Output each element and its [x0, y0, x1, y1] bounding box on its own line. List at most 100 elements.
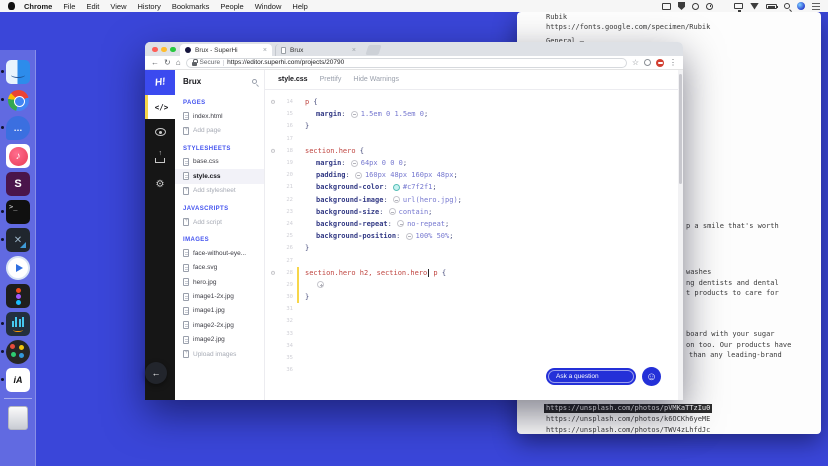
dock-item-code-editor[interactable]: ✕ — [1, 228, 30, 252]
value-widget-icon[interactable] — [397, 220, 405, 228]
sidebar-file-item[interactable]: base.css — [175, 155, 264, 169]
scrollbar-thumb[interactable] — [679, 74, 682, 184]
code-line[interactable]: 26} — [265, 242, 683, 254]
extension-icon[interactable] — [644, 59, 651, 66]
sidebar-add-item[interactable]: Add script — [175, 215, 264, 229]
dock-item-chrome[interactable] — [1, 88, 30, 112]
dock-item-ia-writer[interactable]: iA — [1, 368, 30, 392]
scrollbar[interactable] — [678, 70, 683, 400]
dock-item-amazon-music[interactable] — [1, 312, 30, 336]
minimize-window-button[interactable] — [161, 46, 167, 52]
menu-item-file[interactable]: File — [63, 2, 75, 11]
value-widget-icon[interactable] — [392, 196, 400, 204]
home-icon[interactable]: ⌂ — [176, 58, 181, 68]
battery-icon[interactable] — [766, 3, 778, 9]
value-widget-icon[interactable] — [350, 159, 358, 167]
address-bar[interactable]: Secure https://editor.superhi.com/projec… — [185, 57, 627, 68]
upload-icon[interactable] — [145, 145, 175, 171]
search-icon[interactable] — [252, 79, 257, 84]
sidebar-file-item[interactable]: image1.jpg — [175, 304, 264, 318]
dock-item-photos[interactable] — [1, 340, 30, 364]
sidebar-file-item[interactable]: face-without-eye... — [175, 246, 264, 260]
clock-icon[interactable] — [706, 2, 713, 10]
dock-item-figma[interactable] — [6, 284, 30, 308]
code-view-tab[interactable]: </> — [145, 95, 175, 119]
code-line[interactable]: 19 margin: 64px 0 0 0; — [265, 157, 683, 169]
superhi-logo[interactable]: H! — [145, 70, 175, 95]
code-line[interactable]: 35 — [265, 352, 683, 364]
shield-icon[interactable] — [678, 2, 685, 10]
sidebar-file-item[interactable]: hero.jpg — [175, 275, 264, 289]
close-window-button[interactable] — [152, 46, 158, 52]
code-line[interactable]: 33 — [265, 328, 683, 340]
code-line[interactable]: 20 padding: 160px 48px 160px 48px; — [265, 169, 683, 181]
menu-item-chrome[interactable]: Chrome — [24, 2, 52, 11]
tab-brux[interactable]: Brux × — [275, 44, 361, 56]
menu-item-edit[interactable]: Edit — [86, 2, 99, 11]
prettify-button[interactable]: Prettify — [320, 76, 342, 83]
dock-item-trash[interactable] — [6, 406, 30, 430]
value-widget-icon[interactable] — [405, 232, 413, 240]
code-line[interactable]: 34 — [265, 340, 683, 352]
dock-item-mail[interactable] — [6, 256, 30, 280]
menu-item-view[interactable]: View — [110, 2, 126, 11]
menu-item-bookmarks[interactable]: Bookmarks — [172, 2, 210, 11]
dock-item-terminal[interactable]: >_ — [1, 200, 30, 224]
code-line[interactable]: 15 margin: 1.5em 0 1.5em 0; — [265, 108, 683, 120]
sidebar-add-item[interactable]: Add page — [175, 123, 264, 137]
code-line[interactable]: 30} — [265, 291, 683, 304]
rule-gear-icon[interactable]: ⚙ — [265, 269, 281, 277]
sidebar-add-item[interactable]: Upload images — [175, 347, 264, 361]
close-tab-icon[interactable]: × — [263, 47, 267, 54]
value-widget-icon[interactable] — [350, 110, 358, 118]
code-line[interactable]: 17 — [265, 133, 683, 145]
window-icon[interactable] — [662, 2, 671, 10]
wifi-icon[interactable] — [750, 2, 759, 10]
plus-icon[interactable] — [720, 3, 727, 10]
apple-menu-icon[interactable] — [8, 2, 15, 10]
sidebar-file-item[interactable]: image1-2x.jpg — [175, 289, 264, 303]
code-line[interactable]: ⚙ 28 section.hero h2, section.hero p { — [265, 266, 683, 279]
ask-question-button[interactable]: Ask a question — [546, 368, 636, 385]
sidebar-file-item[interactable]: style.css — [175, 169, 264, 184]
menu-item-help[interactable]: Help — [292, 2, 307, 11]
close-tab-icon[interactable]: × — [352, 47, 356, 54]
value-widget-icon[interactable] — [354, 171, 362, 179]
back-circle-button[interactable]: ← — [145, 362, 167, 384]
dock-item-slack[interactable]: S — [6, 172, 30, 196]
menu-item-window[interactable]: Window — [255, 2, 282, 11]
zoom-window-button[interactable] — [170, 46, 176, 52]
sidebar-file-item[interactable]: image2.jpg — [175, 333, 264, 347]
code-line[interactable]: 27 — [265, 254, 683, 266]
value-widget-icon[interactable] — [388, 208, 396, 216]
code-line[interactable]: 23 background-size: contain; — [265, 206, 683, 218]
menu-list-icon[interactable] — [812, 2, 820, 10]
code-line[interactable]: 24 background-repeat: no-repeat; — [265, 218, 683, 230]
color-swatch[interactable] — [392, 183, 400, 191]
back-icon[interactable]: ← — [151, 58, 159, 68]
adblock-extension-icon[interactable] — [656, 58, 664, 67]
moon-icon[interactable] — [692, 2, 699, 10]
settings-gear-icon[interactable]: ⚙ — [145, 171, 175, 197]
dock-item-music[interactable]: ♪ — [6, 144, 30, 168]
rule-gear-icon[interactable]: ⚙ — [265, 147, 281, 155]
code-line[interactable]: ⚙ 14 p { — [265, 96, 683, 108]
code-line[interactable]: 29 — [265, 278, 683, 291]
display-icon[interactable] — [734, 3, 743, 12]
menu-item-people[interactable]: People — [220, 2, 243, 11]
siri-icon[interactable] — [797, 2, 805, 10]
rule-gear-icon[interactable]: ⚙ — [265, 98, 281, 106]
smiley-help-icon[interactable]: ☺ — [642, 367, 661, 386]
reload-icon[interactable]: ↻ — [164, 58, 171, 68]
code-line[interactable]: 31 — [265, 303, 683, 315]
dock-item-chat[interactable]: … — [1, 116, 30, 140]
add-property-icon[interactable] — [317, 281, 324, 289]
code-line[interactable]: ⚙ 18 section.hero { — [265, 145, 683, 157]
menu-item-history[interactable]: History — [138, 2, 161, 11]
code-line[interactable]: 16} — [265, 120, 683, 132]
new-tab-button[interactable] — [365, 45, 382, 55]
code-line[interactable]: 22 background-image: url(hero.jpg); — [265, 194, 683, 206]
code-line[interactable]: 21 background-color: #c7f2f1; — [265, 181, 683, 193]
browser-menu-icon[interactable]: ⋮ — [669, 58, 677, 67]
sidebar-file-item[interactable]: index.html — [175, 109, 264, 123]
